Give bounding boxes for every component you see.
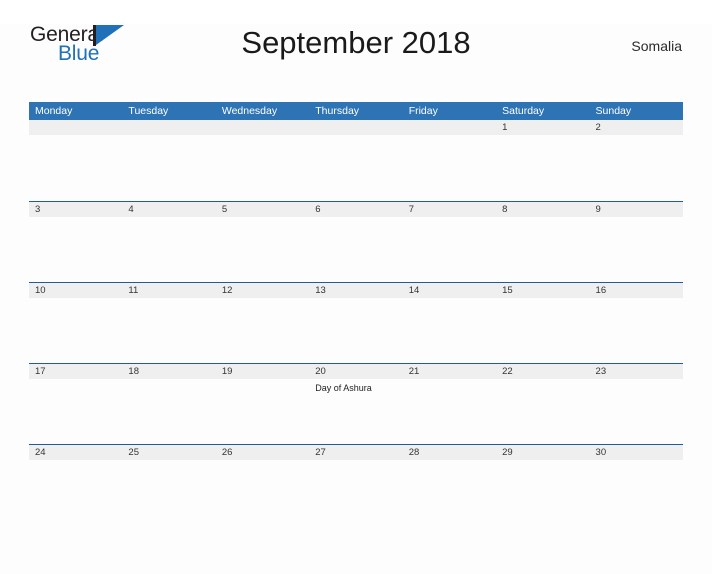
calendar-day-cell[interactable]: 28 [403, 445, 496, 526]
calendar-day-cell[interactable]: 8 [496, 202, 589, 283]
calendar-day-cell[interactable]: 18 [122, 364, 215, 445]
calendar-day-cell[interactable]: 20 Day of Ashura [309, 364, 402, 445]
day-number: 2 [595, 122, 601, 133]
calendar-week-row: 10 11 12 13 14 15 16 [29, 282, 683, 363]
calendar-day-cell[interactable]: 5 [216, 202, 309, 283]
day-number: 14 [408, 285, 420, 296]
day-number [128, 120, 215, 135]
day-number: 12 [221, 285, 233, 296]
day-number: 13 [315, 285, 326, 296]
day-number: 16 [595, 285, 607, 296]
weekday-header-saturday: Saturday [502, 105, 545, 117]
day-number: 7 [408, 204, 414, 215]
holiday-event-label: Day of Ashura [315, 383, 372, 393]
day-number: 20 [315, 366, 326, 377]
day-number: 11 [128, 285, 139, 296]
day-number: 22 [502, 366, 513, 377]
week-day-cells: 3 4 5 6 7 8 9 [29, 202, 683, 283]
weekday-header-tuesday: Tuesday [128, 105, 169, 117]
calendar-day-cell[interactable]: 7 [403, 202, 496, 283]
day-number: 10 [35, 285, 46, 296]
calendar-day-cell[interactable]: 29 [496, 445, 589, 526]
calendar-week-row: 3 4 5 6 7 8 9 [29, 201, 683, 282]
weekday-header-thursday: Thursday [315, 105, 360, 117]
calendar-day-cell[interactable]: 14 [403, 283, 496, 364]
calendar-day-cell-empty [216, 120, 309, 201]
page-header: General Blue September 2018 Somalia [30, 24, 682, 76]
calendar-day-cell[interactable]: 12 [216, 283, 309, 364]
day-number [409, 120, 496, 135]
day-number: 27 [315, 447, 326, 458]
week-day-cells: 24 25 26 27 28 29 30 [29, 445, 683, 526]
calendar-page: General Blue September 2018 Somalia Mond… [0, 24, 712, 574]
calendar-day-cell[interactable]: 15 [496, 283, 589, 364]
calendar-day-cell[interactable]: 16 [590, 283, 683, 364]
calendar-week-row: 17 18 19 20 Day of Ashura 21 22 23 [29, 363, 683, 444]
calendar-day-cell[interactable]: 3 [29, 202, 122, 283]
weekday-header-wednesday: Wednesday [221, 105, 278, 117]
calendar-day-cell-empty [309, 120, 402, 201]
calendar-weeks: 1 2 3 4 5 6 7 8 9 10 11 12 13 14 15 16 17 18 19 20 Day of As… [29, 120, 683, 525]
day-number: 5 [221, 204, 228, 215]
calendar-week-row: 12 [29, 120, 683, 201]
country-label: Somalia [631, 38, 682, 54]
calendar-day-cell[interactable]: 24 [29, 445, 122, 526]
calendar-day-cell[interactable]: 27 [309, 445, 402, 526]
weekday-header-monday: Monday [35, 105, 73, 117]
day-number: 1 [502, 122, 508, 133]
calendar-day-cell-empty [29, 120, 122, 201]
calendar-day-cell[interactable]: 26 [216, 445, 309, 526]
day-number: 21 [408, 366, 420, 377]
day-number: 9 [595, 204, 601, 215]
calendar-day-cell[interactable]: 2 [590, 120, 683, 201]
calendar-day-cell[interactable]: 19 [216, 364, 309, 445]
calendar-day-cell[interactable]: 13 [309, 283, 402, 364]
calendar-week-row: 24 25 26 27 28 29 30 [29, 444, 683, 525]
day-number [222, 120, 309, 135]
weekday-header-sunday: Sunday [595, 105, 632, 117]
day-number: 6 [315, 204, 321, 215]
calendar-day-cell[interactable]: 4 [122, 202, 215, 283]
weekday-header-friday: Friday [408, 105, 438, 117]
day-number: 30 [595, 447, 607, 458]
calendar-day-cell-empty [122, 120, 215, 201]
calendar-day-cell[interactable]: 30 [590, 445, 683, 526]
day-number: 23 [595, 366, 607, 377]
day-number: 29 [502, 447, 513, 458]
day-number: 26 [221, 447, 233, 458]
calendar-day-cell[interactable]: 9 [590, 202, 683, 283]
calendar-day-cell[interactable]: 21 [403, 364, 496, 445]
calendar-day-cell[interactable]: 10 [29, 283, 122, 364]
day-number: 19 [221, 366, 233, 377]
day-number: 8 [502, 204, 508, 215]
calendar-day-cell[interactable]: 23 [590, 364, 683, 445]
calendar-grid: Monday Tuesday Wednesday Thursday Friday… [29, 102, 683, 525]
day-number: 28 [408, 447, 420, 458]
day-number: 3 [35, 204, 41, 215]
calendar-day-cell-empty [403, 120, 496, 201]
calendar-day-cell[interactable]: 25 [122, 445, 215, 526]
calendar-day-cell[interactable]: 17 [29, 364, 122, 445]
weekday-header-row: Monday Tuesday Wednesday Thursday Friday… [29, 102, 683, 120]
calendar-day-cell[interactable]: 11 [122, 283, 215, 364]
day-events: Day of Ashura [315, 379, 402, 394]
day-number [35, 120, 122, 135]
day-number: 15 [502, 285, 513, 296]
calendar-day-cell[interactable]: 6 [309, 202, 402, 283]
week-day-cells: 10 11 12 13 14 15 16 [29, 283, 683, 364]
day-number: 17 [35, 366, 46, 377]
calendar-day-cell[interactable]: 1 [496, 120, 589, 201]
day-number [315, 120, 402, 135]
day-number: 4 [128, 204, 134, 215]
day-number: 25 [128, 447, 139, 458]
day-number: 24 [35, 447, 46, 458]
day-number: 18 [128, 366, 139, 377]
page-title: September 2018 [241, 25, 471, 60]
week-day-cells: 17 18 19 20 Day of Ashura 21 22 23 [29, 364, 683, 445]
week-day-cells: 12 [29, 120, 683, 201]
calendar-day-cell[interactable]: 22 [496, 364, 589, 445]
